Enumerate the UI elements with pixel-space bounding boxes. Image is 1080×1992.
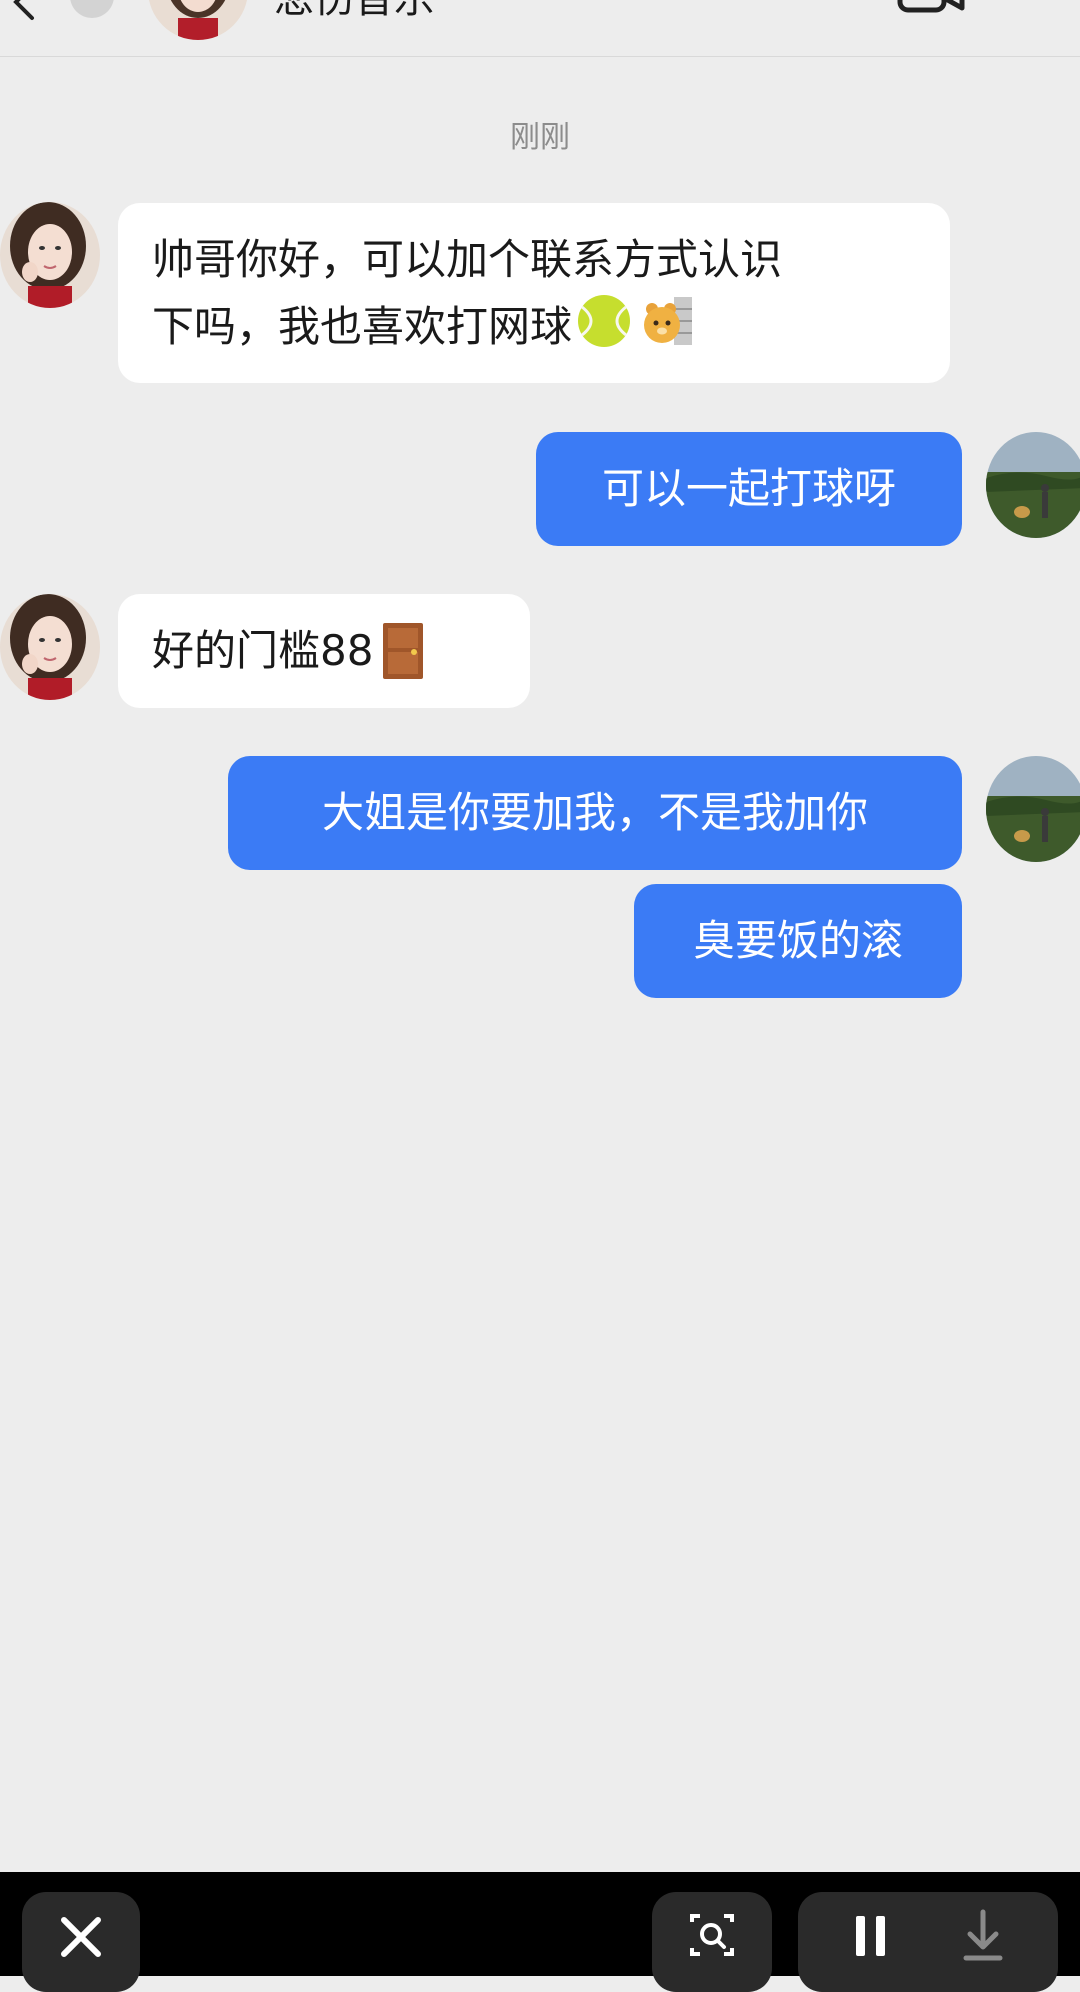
message-text: 好的门槛88 bbox=[152, 626, 374, 675]
my-avatar[interactable] bbox=[986, 756, 1080, 862]
video-call-icon[interactable] bbox=[896, 0, 966, 14]
unread-badge bbox=[70, 0, 114, 18]
outgoing-message-bubble[interactable]: 可以一起打球呀 bbox=[536, 432, 962, 546]
pause-icon[interactable] bbox=[828, 1892, 918, 1976]
contact-avatar[interactable] bbox=[0, 594, 100, 700]
message-text-line-1: 帅哥你好，可以加个联系方式认识 bbox=[152, 234, 783, 284]
playback-controls bbox=[798, 1892, 1058, 1992]
media-control-bar bbox=[0, 1872, 1080, 1992]
message-text: 臭要饭的滚 bbox=[692, 916, 903, 965]
contact-avatar[interactable] bbox=[0, 202, 100, 308]
message-text: 可以一起打球呀 bbox=[601, 464, 896, 513]
incoming-message-bubble[interactable]: 帅哥你好，可以加个联系方式认识 下吗，我也喜欢打网球 bbox=[118, 203, 950, 383]
tennis-ball-emoji bbox=[578, 294, 631, 347]
download-icon[interactable] bbox=[938, 1892, 1028, 1976]
outgoing-message-bubble[interactable]: 大姐是你要加我，不是我加你 bbox=[228, 756, 962, 870]
scan-button[interactable] bbox=[652, 1892, 772, 1992]
outgoing-message-bubble[interactable]: 臭要饭的滚 bbox=[634, 884, 962, 998]
close-icon bbox=[61, 1917, 101, 1957]
message-text-line-2: 下吗，我也喜欢打网球 bbox=[152, 301, 573, 351]
peeking-bear-emoji bbox=[644, 296, 693, 345]
message-text: 大姐是你要加我，不是我加你 bbox=[321, 788, 868, 837]
incoming-message-bubble[interactable]: 好的门槛88 bbox=[118, 594, 530, 708]
door-emoji bbox=[383, 623, 424, 679]
contact-name: 悲伤音乐 bbox=[274, 0, 434, 24]
close-button[interactable] bbox=[22, 1892, 140, 1992]
header-avatar[interactable] bbox=[148, 0, 248, 40]
scan-icon bbox=[690, 1914, 734, 1956]
back-arrow-icon[interactable] bbox=[6, 0, 46, 22]
my-avatar[interactable] bbox=[986, 432, 1080, 538]
chat-header: 悲伤音乐 bbox=[0, 0, 1080, 57]
message-timestamp: 刚刚 bbox=[510, 120, 570, 155]
